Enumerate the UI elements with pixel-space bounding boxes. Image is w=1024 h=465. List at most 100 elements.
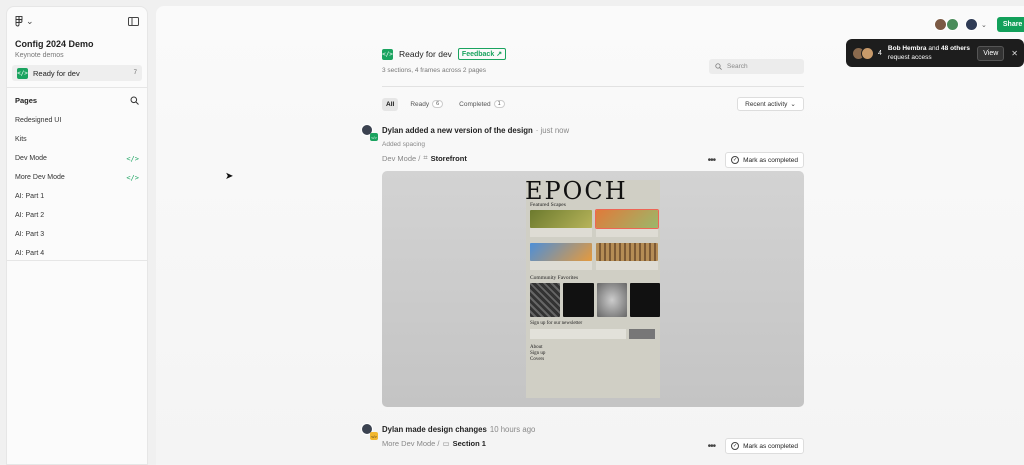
avatar: </> [361, 124, 378, 141]
avatar: </> [361, 423, 378, 440]
tab-label: All [386, 100, 395, 108]
newsletter-form [530, 329, 660, 339]
close-icon[interactable]: ✕ [1011, 49, 1018, 58]
activity-item: </> Dylan added a new version of the des… [361, 124, 804, 168]
activity-title: Dylan added a new version of the design [382, 126, 533, 135]
sidebar-item-ready-for-dev[interactable]: </> Ready for dev 7 [12, 65, 142, 81]
breadcrumb-leaf[interactable]: Section 1 [453, 439, 486, 448]
page-item[interactable]: Kits [7, 130, 147, 149]
search-icon [715, 63, 722, 70]
dev-mode-icon: </> [370, 133, 378, 141]
mark-label: Mark as completed [743, 442, 798, 450]
activity-time: 10 hours ago [489, 425, 536, 434]
search-icon[interactable] [130, 96, 139, 105]
check-circle-icon: ✓ [731, 442, 740, 450]
dev-mode-icon: </> [17, 67, 28, 79]
tab-label: Ready [410, 100, 430, 108]
breadcrumb-leaf[interactable]: Storefront [431, 154, 467, 163]
footer-links: About Sign up Covers [530, 345, 545, 363]
access-request-toast: 4 Bob Hembra and 48 others request acces… [846, 39, 1024, 67]
storefront-frame: EPOCH Featured Scapes Community Favorite… [526, 180, 660, 398]
search-placeholder: Search [727, 63, 748, 70]
ready-count: 7 [133, 70, 137, 76]
design-preview[interactable]: EPOCH Featured Scapes Community Favorite… [382, 171, 804, 407]
pages-title: Pages [15, 96, 38, 105]
avatar[interactable] [946, 18, 959, 31]
activity-header: Dylan made design changes 10 hours ago [382, 425, 804, 434]
breadcrumb-parent[interactable]: Dev Mode / [382, 154, 420, 163]
feedback-button[interactable]: Feedback ↗ [457, 48, 507, 60]
page-item[interactable]: AI: Part 3 [7, 225, 147, 244]
tab-ready[interactable]: Ready 6 [406, 97, 447, 111]
page-subtitle: 3 sections, 4 frames across 2 pages [382, 67, 487, 74]
tab-completed[interactable]: Completed 1 [455, 97, 509, 111]
page-title-row: </> Ready for dev Feedback ↗ [382, 48, 507, 60]
tab-all[interactable]: All [382, 97, 399, 111]
code-icon: </> [126, 154, 139, 163]
chevron-down-icon[interactable]: ⌄ [981, 21, 987, 29]
sort-label: Recent activity [745, 100, 788, 108]
card [595, 209, 659, 237]
requester-others: 48 others [941, 45, 970, 52]
mark-completed-button[interactable]: ✓ Mark as completed [725, 152, 804, 168]
activity-header: Dylan added a new version of the design … [382, 126, 804, 135]
card [596, 243, 658, 270]
tile [530, 283, 561, 317]
mark-completed-button[interactable]: ✓ Mark as completed [725, 438, 804, 454]
page-item[interactable]: AI: Part 1 [7, 187, 147, 206]
chevron-down-icon: ⌄ [26, 16, 34, 26]
page-label: Redesigned UI [15, 117, 62, 124]
mark-label: Mark as completed [743, 156, 798, 164]
mouse-cursor-icon: ➤ [225, 171, 234, 182]
filter-tabs: All Ready 6 Completed 1 [382, 97, 509, 111]
breadcrumb-parent[interactable]: More Dev Mode / [382, 439, 440, 448]
page-item[interactable]: AI: Part 2 [7, 206, 147, 225]
activity-actions: ••• ✓ Mark as completed [708, 438, 804, 454]
page-item[interactable]: Dev Mode </> [7, 149, 147, 168]
frame-headline: EPOCH [526, 180, 628, 205]
page-item[interactable]: More Dev Mode </> [7, 168, 147, 187]
chevron-down-icon: ⌄ [790, 101, 796, 108]
tab-label: Completed [459, 100, 491, 108]
page-title: Ready for dev [399, 49, 452, 59]
activity-time: · just now [535, 126, 570, 135]
divider [382, 86, 804, 87]
ready-label: Ready for dev [33, 68, 80, 78]
sidebar-toggle-icon[interactable] [128, 17, 139, 26]
view-requests-button[interactable]: View [977, 45, 1005, 61]
sort-dropdown[interactable]: Recent activity ⌄ [737, 97, 804, 111]
feedback-label: Feedback [461, 50, 495, 58]
page-item[interactable]: Redesigned UI [7, 111, 147, 130]
activity-title: Dylan made design changes [382, 425, 487, 434]
page-label: AI: Part 2 [15, 212, 45, 219]
toast-and: and [928, 45, 940, 52]
page-list: Redesigned UI Kits Dev Mode </> More Dev … [7, 111, 147, 263]
avatar [861, 46, 874, 60]
pages-header: Pages [7, 88, 147, 105]
page-label: AI: Part 1 [15, 193, 45, 200]
activity-note: Added spacing [382, 141, 426, 148]
avatar[interactable] [965, 18, 978, 31]
search-input[interactable]: Search [709, 59, 804, 74]
newsletter-input [530, 329, 626, 339]
sidebar: ⌄ Config 2024 Demo Keynote demos </> Rea… [6, 6, 148, 465]
page-label: AI: Part 3 [15, 231, 45, 238]
tile [629, 283, 660, 317]
frame-icon: ⌗ [423, 153, 428, 162]
section-icon: ▭ [442, 439, 450, 448]
card [530, 243, 592, 270]
code-icon: </> [126, 173, 139, 182]
collaborators-bar: ⌄ Share [934, 17, 1024, 32]
more-options-icon[interactable]: ••• [708, 155, 716, 166]
toast-message: Bob Hembra and 48 others request access [888, 44, 977, 62]
tile [563, 283, 594, 317]
share-button[interactable]: Share [996, 17, 1024, 32]
figma-menu[interactable]: ⌄ [15, 16, 34, 27]
activity-item: </> Dylan made design changes 10 hours a… [361, 423, 804, 454]
dev-mode-icon: </> [382, 48, 393, 60]
tab-count: 6 [432, 100, 444, 108]
newsletter-heading: Sign up for our newsletter [530, 321, 583, 326]
page-label: Kits [15, 136, 27, 143]
frame-footer: About Sign up Covers [530, 345, 660, 363]
more-options-icon[interactable]: ••• [708, 441, 716, 452]
